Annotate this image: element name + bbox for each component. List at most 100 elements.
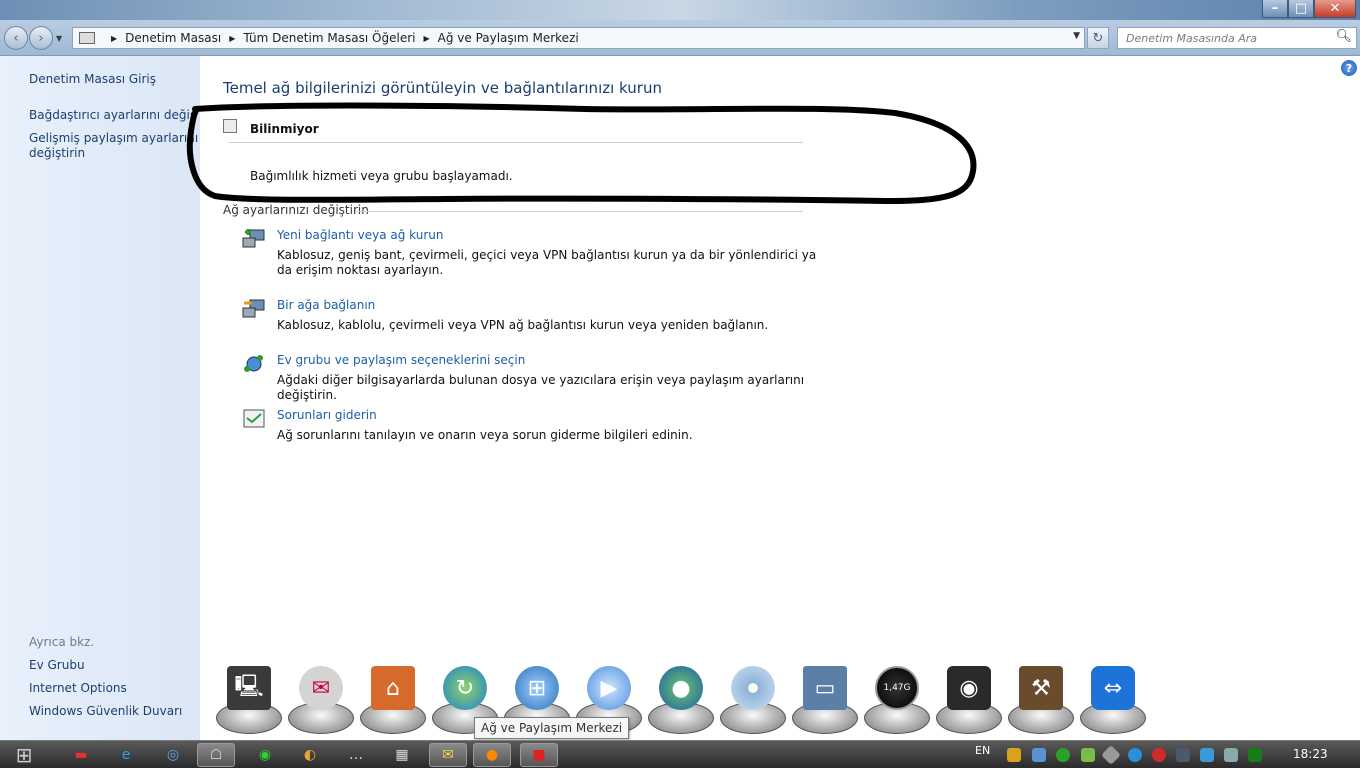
- divider: [355, 211, 803, 212]
- camera-icon: ◉: [947, 666, 991, 710]
- address-bar[interactable]: ▶ Denetim Masası ▶ Tüm Denetim Masası Öğ…: [72, 27, 1085, 49]
- sidebar: Denetim Masası Giriş Bağdaştırıcı ayarla…: [0, 56, 200, 740]
- dock-item-camera[interactable]: ◉: [933, 660, 1005, 738]
- home-icon: ⌂: [371, 666, 415, 710]
- history-dropdown-icon[interactable]: ▼: [56, 34, 62, 43]
- earth-icon: ●: [659, 666, 703, 710]
- dock-item-teamviewer[interactable]: ⇔: [1077, 660, 1149, 738]
- laptop-icon: ▭: [803, 666, 847, 710]
- sidebar-item-control-panel-home[interactable]: Denetim Masası Giriş: [29, 72, 156, 87]
- language-indicator[interactable]: EN: [975, 744, 990, 757]
- tray-icon[interactable]: [1007, 748, 1021, 762]
- window-controls: – □ ✕: [1262, 0, 1356, 18]
- dots-app-icon[interactable]: …: [337, 743, 375, 767]
- tray-icon[interactable]: [1200, 748, 1214, 762]
- troubleshoot-link[interactable]: Sorunları giderin: [277, 408, 377, 422]
- media-player-icon: ▶: [587, 666, 631, 710]
- mail-app-icon[interactable]: ✉: [429, 743, 467, 767]
- bluetooth-icon[interactable]: [1224, 748, 1238, 762]
- chevron-right-icon[interactable]: ▶: [111, 34, 117, 43]
- sidebar-item-advanced-sharing-cont[interactable]: değiştirin: [29, 146, 85, 161]
- chevron-right-icon[interactable]: ▶: [229, 34, 235, 43]
- connect-network-link[interactable]: Bir ağa bağlanın: [277, 298, 375, 312]
- task-new-connection: Yeni bağlantı veya ağ kurun Kablosuz, ge…: [242, 228, 822, 278]
- tray-icon[interactable]: [1248, 748, 1262, 762]
- address-dropdown-icon[interactable]: ▼: [1073, 31, 1080, 41]
- breadcrumb-network-center[interactable]: Ağ ve Paylaşım Merkezi: [438, 31, 579, 45]
- calculator-icon[interactable]: ▦: [383, 743, 421, 767]
- help-icon[interactable]: ?: [1341, 60, 1357, 76]
- green-app-icon[interactable]: ◉: [246, 743, 284, 767]
- sidebar-item-internet-options[interactable]: Internet Options: [29, 681, 127, 696]
- windows-logo-icon: ⊞: [515, 666, 559, 710]
- speedometer-icon: 1,47G: [875, 666, 919, 710]
- dock-item-laptop[interactable]: ▭: [789, 660, 861, 738]
- forward-arrow-icon[interactable]: ›: [29, 26, 53, 50]
- breadcrumb-all-items[interactable]: Tüm Denetim Masası Öğeleri: [243, 31, 415, 45]
- maximize-button[interactable]: □: [1288, 0, 1314, 18]
- hand-drawn-outline: [186, 102, 977, 205]
- control-panel-icon: [79, 32, 95, 44]
- minimize-button[interactable]: –: [1262, 0, 1288, 18]
- tray-icon[interactable]: [1152, 748, 1166, 762]
- taskbar: ⊞ ▬ e ◎ ☖ ◉ ◐ … ▦ ✉ ● ■ EN 18:23: [0, 740, 1360, 768]
- network-globe-icon: ↻: [443, 666, 487, 710]
- start-button[interactable]: ⊞: [4, 742, 44, 768]
- mail-icon: ✉: [299, 666, 343, 710]
- sidebar-item-firewall[interactable]: Windows Güvenlik Duvarı: [29, 704, 182, 719]
- dock-item-home[interactable]: ⌂: [357, 660, 429, 738]
- homegroup-link[interactable]: Ev grubu ve paylaşım seçeneklerini seçin: [277, 353, 525, 367]
- computer-icon: 🖳︎: [227, 666, 271, 710]
- new-connection-link[interactable]: Yeni bağlantı veya ağ kurun: [277, 228, 443, 242]
- task-homegroup: Ev grubu ve paylaşım seçeneklerini seçin…: [242, 353, 822, 402]
- search-input[interactable]: [1126, 31, 1326, 45]
- dock-item-speedometer[interactable]: 1,47G: [861, 660, 933, 738]
- breadcrumb-control-panel[interactable]: Denetim Masası: [125, 31, 221, 45]
- search-box[interactable]: 🔍︎: [1117, 27, 1357, 49]
- tray-icon[interactable]: [1081, 748, 1095, 762]
- red-app-icon[interactable]: ■: [520, 743, 558, 767]
- title-bar: – □ ✕: [0, 0, 1360, 20]
- internet-explorer-icon[interactable]: e: [107, 743, 145, 767]
- dock-item-computer[interactable]: 🖳︎: [213, 660, 285, 738]
- dock-item-mail[interactable]: ✉: [285, 660, 357, 738]
- page-title: Temel ağ bilgilerinizi görüntüleyin ve b…: [223, 79, 662, 97]
- connect-network-icon: [242, 299, 265, 318]
- back-arrow-icon[interactable]: ‹: [4, 26, 28, 50]
- connect-network-description: Kablosuz, kablolu, çevirmeli veya VPN ağ…: [277, 318, 769, 332]
- tray-icon[interactable]: [1101, 745, 1121, 765]
- dock-item-disc[interactable]: [717, 660, 789, 738]
- section-title: Ağ ayarlarınızı değiştirin: [223, 203, 369, 217]
- dock-item-tools[interactable]: ⚒: [1005, 660, 1077, 738]
- troubleshoot-description: Ağ sorunlarını tanılayın ve onarın veya …: [277, 428, 693, 442]
- nav-buttons: ‹ › ▼: [4, 26, 62, 50]
- tray-icon[interactable]: [1176, 748, 1190, 762]
- firefox-icon[interactable]: ●: [473, 743, 511, 767]
- see-also-label: Ayrıca bkz.: [29, 635, 95, 649]
- refresh-button[interactable]: ↻: [1087, 27, 1109, 49]
- tray-icon[interactable]: [1128, 748, 1142, 762]
- network-icon: [223, 119, 237, 133]
- close-button[interactable]: ✕: [1314, 0, 1356, 18]
- colorful-app-icon[interactable]: ◐: [291, 743, 329, 767]
- teamviewer-icon: ⇔: [1091, 666, 1135, 710]
- navigation-bar: ‹ › ▼ ▶ Denetim Masası ▶ Tüm Denetim Mas…: [0, 20, 1360, 56]
- tray-icon[interactable]: [1056, 748, 1070, 762]
- sidebar-item-homegroup[interactable]: Ev Grubu: [29, 658, 85, 673]
- tools-icon: ⚒: [1019, 666, 1063, 710]
- media-icon[interactable]: ▬: [62, 743, 100, 767]
- network-center-icon[interactable]: ☖: [197, 743, 235, 767]
- browser-icon[interactable]: ◎: [154, 743, 192, 767]
- search-icon[interactable]: 🔍︎: [1335, 29, 1352, 44]
- troubleshoot-icon: [243, 409, 265, 428]
- divider: [228, 142, 803, 143]
- clock[interactable]: 18:23: [1293, 747, 1328, 761]
- disc-icon: [731, 666, 775, 710]
- dock-item-earth[interactable]: ●: [645, 660, 717, 738]
- sidebar-item-adapter-settings[interactable]: Bağdaştırıcı ayarlarını değiştirin: [29, 108, 194, 123]
- tray-icon[interactable]: [1032, 748, 1046, 762]
- new-connection-description: Kablosuz, geniş bant, çevirmeli, geçici …: [277, 248, 817, 277]
- sidebar-item-advanced-sharing[interactable]: Gelişmiş paylaşım ayarlarını: [29, 131, 198, 146]
- chevron-right-icon[interactable]: ▶: [423, 34, 429, 43]
- network-name: Bilinmiyor: [250, 122, 319, 136]
